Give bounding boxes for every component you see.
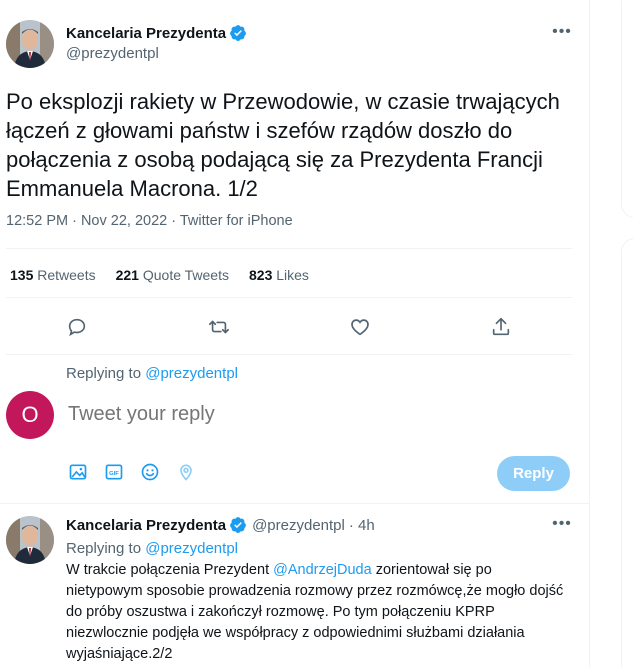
reply-tweet-text: W trakcie połączenia Prezydent @AndrzejD… [66, 560, 566, 665]
user-avatar-letter: O [21, 402, 39, 427]
reply-author-name[interactable]: Kancelaria Prezydenta [66, 517, 226, 534]
retweets-label: Retweets [37, 267, 96, 283]
more-horizontal-icon[interactable]: ••• [552, 516, 572, 537]
replying-handle-link[interactable]: @prezydentpl [145, 540, 238, 557]
tweet-actions [0, 310, 580, 344]
divider [6, 354, 572, 355]
verified-badge-icon [230, 517, 246, 533]
divider [6, 297, 572, 298]
author-handle[interactable]: @prezydentpl [66, 45, 159, 62]
author-name[interactable]: Kancelaria Prezydenta [66, 25, 226, 42]
image-icon [69, 464, 87, 480]
likes-count: 823 [249, 267, 273, 283]
share-action[interactable] [488, 314, 514, 340]
author-photo-icon [6, 20, 54, 68]
reply-icon [68, 318, 86, 337]
reply-button[interactable]: Reply [497, 456, 570, 491]
sidebar-card [621, 238, 633, 667]
reply-time[interactable]: · 4h [349, 517, 375, 534]
user-avatar[interactable]: O [6, 391, 54, 439]
verified-badge-icon [230, 25, 246, 41]
svg-text:GIF: GIF [109, 471, 119, 477]
quote-tweets-stat[interactable]: 221 Quote Tweets [116, 267, 229, 283]
heart-icon [351, 319, 369, 336]
retweet-action[interactable] [206, 314, 232, 340]
emoji-tool[interactable] [140, 462, 162, 484]
author-name-row: Kancelaria Prezydenta [66, 24, 247, 42]
reply-author-row: Kancelaria Prezydenta @prezydentpl · 4h [66, 516, 375, 534]
share-icon [492, 317, 510, 336]
retweets-count: 135 [10, 267, 34, 283]
reply-author-handle[interactable]: @prezydentpl [252, 517, 345, 534]
author-photo-icon [6, 516, 54, 564]
like-action[interactable] [347, 314, 373, 340]
replying-handle-link[interactable]: @prezydentpl [145, 365, 238, 382]
tweet-column: Kancelaria Prezydenta @prezydentpl ••• P… [0, 0, 590, 667]
replying-prefix: Replying to [66, 540, 142, 557]
sidebar-card [621, 0, 633, 218]
reply-input[interactable] [68, 403, 548, 426]
quote-tweets-label: Quote Tweets [142, 267, 229, 283]
composer-replying-to: Replying to @prezydentpl [66, 365, 238, 382]
replying-prefix: Replying to [66, 365, 142, 382]
author-avatar[interactable] [6, 20, 54, 68]
reply-action[interactable] [64, 314, 90, 340]
retweets-stat[interactable]: 135 Retweets [10, 267, 96, 283]
emoji-icon [141, 463, 159, 481]
divider [6, 248, 572, 249]
quote-tweets-count: 221 [115, 267, 139, 283]
reply-author-avatar[interactable] [6, 516, 54, 564]
likes-label: Likes [276, 267, 309, 283]
retweet-icon [209, 320, 229, 334]
mention-link[interactable]: @AndrzejDuda [273, 562, 372, 578]
divider [0, 503, 590, 504]
more-horizontal-icon[interactable]: ••• [552, 24, 572, 45]
tweet-stats: 135 Retweets 221 Quote Tweets 823 Likes [10, 267, 329, 283]
location-icon [180, 464, 192, 481]
gif-tool[interactable]: GIF [104, 462, 126, 484]
location-tool[interactable] [176, 462, 198, 484]
reply-replying-to: Replying to @prezydentpl [66, 540, 238, 557]
reply-text-before: W trakcie połączenia Prezydent [66, 562, 270, 578]
media-tool[interactable] [68, 462, 90, 484]
tweet-text: Po eksplozji rakiety w Przewodowie, w cz… [6, 89, 560, 201]
gif-icon: GIF [105, 464, 123, 480]
likes-stat[interactable]: 823 Likes [249, 267, 309, 283]
tweet-timestamp[interactable]: 12:52 PM · Nov 22, 2022 · Twitter for iP… [6, 213, 293, 229]
